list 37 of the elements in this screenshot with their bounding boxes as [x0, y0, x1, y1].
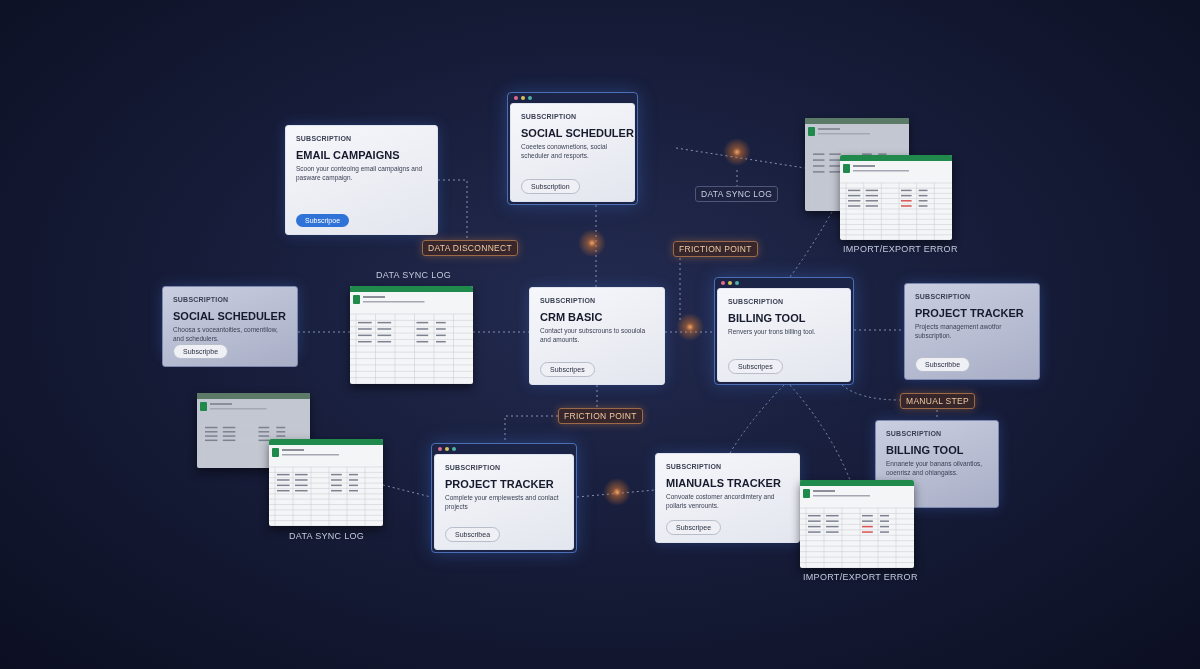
window-dot-icon	[438, 447, 442, 451]
callout-tag: MANUAL STEP	[900, 393, 975, 409]
window-dot-icon	[728, 281, 732, 285]
card-title: SOCIAL SCHEDULER	[521, 127, 634, 139]
callout-tag: FRICTION POINT	[558, 408, 643, 424]
connector-line	[472, 331, 530, 333]
diagram-caption: DATA SYNC LOG	[289, 531, 365, 541]
window-dot-icon	[514, 96, 518, 100]
connector-line	[789, 211, 833, 278]
spark-icon	[676, 313, 704, 341]
diagram-caption: IMPORT/EXPORT ERROR	[843, 244, 958, 254]
callout-tag: DATA DISCONNECT	[422, 240, 518, 256]
card-title: PROJECT TRACKER	[915, 307, 1024, 319]
spark-icon	[723, 138, 751, 166]
callout-tag: FRICTION POINT	[673, 241, 758, 257]
diagram-caption: IMPORT/EXPORT ERROR	[803, 572, 918, 582]
connector-line	[382, 484, 432, 498]
card-title: EMAIL CAMPAIGNS	[296, 149, 400, 161]
window-dot-icon	[735, 281, 739, 285]
connector-line	[437, 179, 468, 241]
card-title: CRM BASIC	[540, 311, 603, 323]
spark-icon	[603, 478, 631, 506]
connector-line	[729, 384, 785, 454]
card-title: SOCIAL SCHEDULER	[173, 310, 286, 322]
window-dot-icon	[528, 96, 532, 100]
spark-icon	[578, 229, 606, 257]
callout-tag: DATA SYNC LOG	[695, 186, 779, 202]
card-title: BILLING TOOL	[728, 312, 806, 324]
window-dot-icon	[721, 281, 725, 285]
window-dot-icon	[445, 447, 449, 451]
window-dot-icon	[452, 447, 456, 451]
diagram-caption: DATA SYNC LOG	[376, 270, 452, 280]
card-title: MIANUALS TRACKER	[666, 477, 781, 489]
card-title: BILLING TOOL	[886, 444, 964, 456]
window-dot-icon	[521, 96, 525, 100]
connector-line	[596, 384, 598, 409]
card-title: PROJECT TRACKER	[445, 478, 554, 490]
